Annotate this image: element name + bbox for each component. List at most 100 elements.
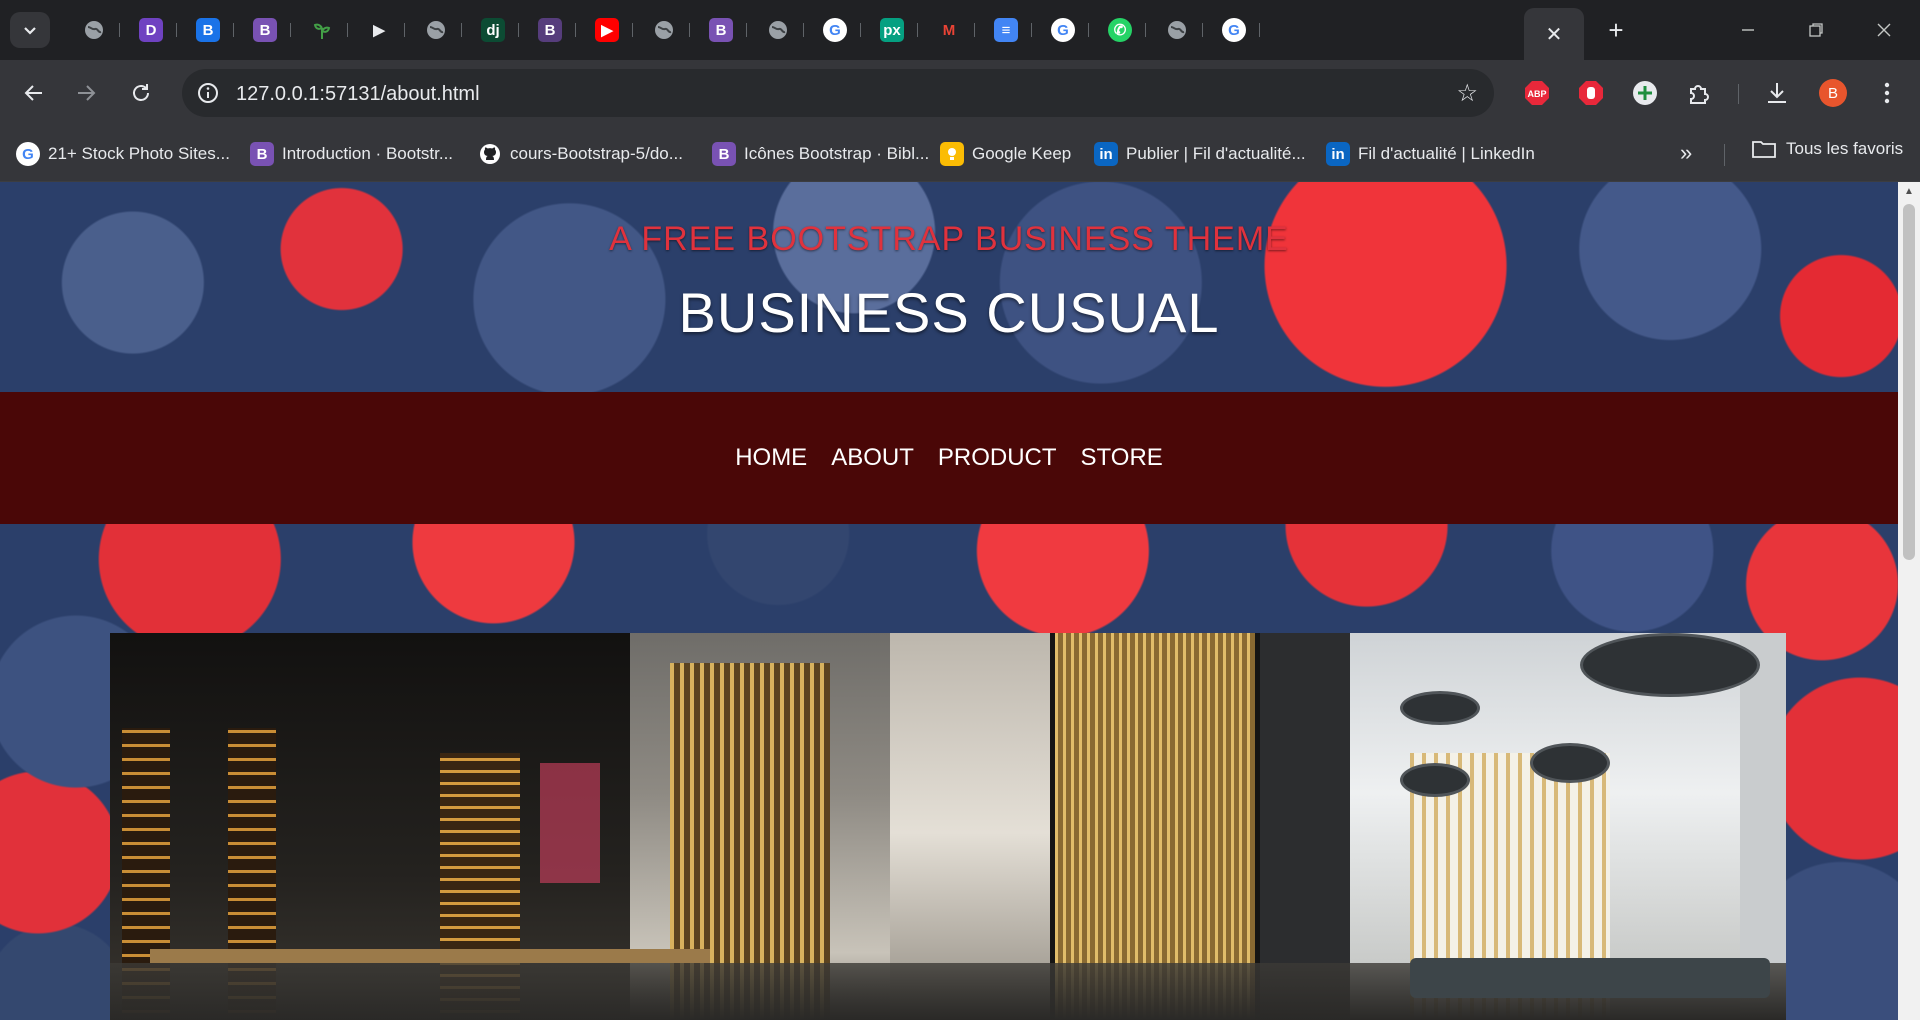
- bookmark-item[interactable]: in Publier | Fil d'actualité...: [1094, 139, 1306, 169]
- adblock-hand-icon[interactable]: [1576, 78, 1606, 108]
- page-scrollbar[interactable]: ▲: [1898, 182, 1920, 1020]
- toolbar-divider: [1738, 84, 1739, 104]
- google-icon: G: [1222, 18, 1246, 42]
- browser-tab[interactable]: B: [239, 10, 295, 50]
- browser-tab[interactable]: D: [125, 10, 181, 50]
- bookmark-star-icon[interactable]: ☆: [1456, 79, 1478, 108]
- new-tab-button[interactable]: +: [1600, 14, 1632, 46]
- tab-separator: [404, 23, 405, 37]
- tab-separator: [689, 23, 690, 37]
- d-app-icon: D: [139, 18, 163, 42]
- tab-separator: [1088, 23, 1089, 37]
- browser-tab[interactable]: G: [1037, 10, 1093, 50]
- profile-avatar[interactable]: B: [1818, 78, 1848, 108]
- scroll-up-arrow-icon[interactable]: ▲: [1898, 186, 1920, 202]
- bookmark-label: Icônes Bootstrap · Bibl...: [744, 144, 930, 163]
- tab-separator: [1259, 23, 1260, 37]
- tab-separator: [233, 23, 234, 37]
- tab-search-button[interactable]: [10, 12, 50, 48]
- bootstrap-icon: B: [709, 18, 733, 42]
- bookmark-item[interactable]: B Introduction · Bootstr...: [250, 139, 453, 169]
- adblock-plus-icon[interactable]: ABP: [1522, 78, 1552, 108]
- tab-separator: [575, 23, 576, 37]
- folder-icon: [1752, 141, 1776, 158]
- browser-tab[interactable]: [1151, 10, 1207, 50]
- site-info-icon[interactable]: [196, 81, 220, 105]
- tab-strip: D B B ▶ dj B ▶ B Gpx M ≡ G ✆ G ✕ +: [0, 0, 1920, 60]
- restore-icon: [1809, 23, 1823, 37]
- plant-icon: [310, 18, 334, 42]
- site-heading-lower: Business Cusual: [678, 281, 1220, 344]
- browser-tab[interactable]: [296, 10, 352, 50]
- forward-button[interactable]: [68, 75, 104, 111]
- gmail-icon: M: [942, 21, 956, 39]
- browser-tab[interactable]: [68, 10, 124, 50]
- all-bookmarks-button[interactable]: Tous les favoris: [1752, 139, 1903, 159]
- bookmark-item[interactable]: in Fil d'actualité | LinkedIn: [1326, 139, 1535, 169]
- bookmark-item[interactable]: G 21+ Stock Photo Sites...: [16, 139, 230, 169]
- back-button[interactable]: [16, 75, 52, 111]
- browser-tab[interactable]: ▶: [581, 10, 637, 50]
- address-bar[interactable]: 127.0.0.1:57131/about.html ☆: [182, 69, 1494, 117]
- kebab-menu-icon[interactable]: [1872, 78, 1902, 108]
- bootstrap-icon: B: [250, 142, 274, 166]
- github-icon: [478, 142, 502, 166]
- youtube-icon: ▶: [595, 18, 619, 42]
- tab-separator: [119, 23, 120, 37]
- browser-tab[interactable]: ≡: [980, 10, 1036, 50]
- tab-separator: [176, 23, 177, 37]
- browser-toolbar: 127.0.0.1:57131/about.html ☆ ABP B: [0, 60, 1920, 126]
- nav-link-product[interactable]: Product: [938, 440, 1057, 476]
- google-icon: G: [1051, 18, 1075, 42]
- tab-separator: [1145, 23, 1146, 37]
- browser-tab[interactable]: B: [182, 10, 238, 50]
- browser-tab[interactable]: B: [524, 10, 580, 50]
- browser-tab[interactable]: ▶: [353, 10, 409, 50]
- active-tab[interactable]: ✕: [1524, 8, 1584, 60]
- extensions-puzzle-icon[interactable]: [1684, 78, 1714, 108]
- plus-extension-icon[interactable]: [1630, 78, 1660, 108]
- nav-link-about[interactable]: About: [831, 440, 914, 476]
- browser-tab[interactable]: B: [695, 10, 751, 50]
- bootstrap-icon: B: [253, 18, 277, 42]
- keep-icon: [940, 142, 964, 166]
- nav-link-store[interactable]: Store: [1081, 440, 1163, 476]
- reload-icon: [133, 84, 149, 101]
- bookmark-item[interactable]: Google Keep: [940, 139, 1071, 169]
- browser-tab[interactable]: M: [923, 10, 979, 50]
- browser-tab[interactable]: px: [866, 10, 922, 50]
- tab-separator: [290, 23, 291, 37]
- bookmark-item[interactable]: cours-Bootstrap-5/do...: [478, 139, 683, 169]
- tab-separator: [1202, 23, 1203, 37]
- browser-tab[interactable]: G: [809, 10, 865, 50]
- url-text[interactable]: 127.0.0.1:57131/about.html: [236, 83, 480, 106]
- browser-tab[interactable]: ✆: [1094, 10, 1150, 50]
- bookmarks-divider: [1724, 144, 1725, 166]
- bookmark-label: Google Keep: [972, 144, 1072, 163]
- bookmark-label: 21+ Stock Photo Sites...: [48, 144, 230, 163]
- browser-tab[interactable]: [638, 10, 694, 50]
- nav-link-home[interactable]: Home: [735, 440, 807, 476]
- restore-button[interactable]: [1800, 14, 1832, 46]
- browser-tab[interactable]: G: [1208, 10, 1264, 50]
- download-icon[interactable]: [1762, 78, 1792, 108]
- close-tab-icon[interactable]: ✕: [1546, 22, 1563, 47]
- bookmark-item[interactable]: B Icônes Bootstrap · Bibl...: [712, 139, 929, 169]
- more-bookmarks-icon[interactable]: »: [1680, 140, 1692, 166]
- minimize-button[interactable]: [1732, 14, 1764, 46]
- google-icon: G: [16, 142, 40, 166]
- site-heading: A Free Bootstrap Business Theme Business…: [0, 182, 1898, 392]
- site-heading-upper: A Free Bootstrap Business Theme: [609, 220, 1289, 258]
- browser-tab[interactable]: dj: [467, 10, 523, 50]
- browser-tab[interactable]: [752, 10, 808, 50]
- reload-button[interactable]: [123, 75, 159, 111]
- close-icon: [1877, 23, 1891, 37]
- arrow-right-icon: [78, 85, 96, 101]
- tab-separator: [347, 23, 348, 37]
- scroll-thumb[interactable]: [1903, 204, 1915, 560]
- minimize-icon: [1742, 29, 1754, 31]
- close-window-button[interactable]: [1868, 14, 1900, 46]
- restaurant-interior-image: [110, 633, 1786, 1020]
- browser-tab[interactable]: [410, 10, 466, 50]
- globe-icon: [82, 18, 106, 42]
